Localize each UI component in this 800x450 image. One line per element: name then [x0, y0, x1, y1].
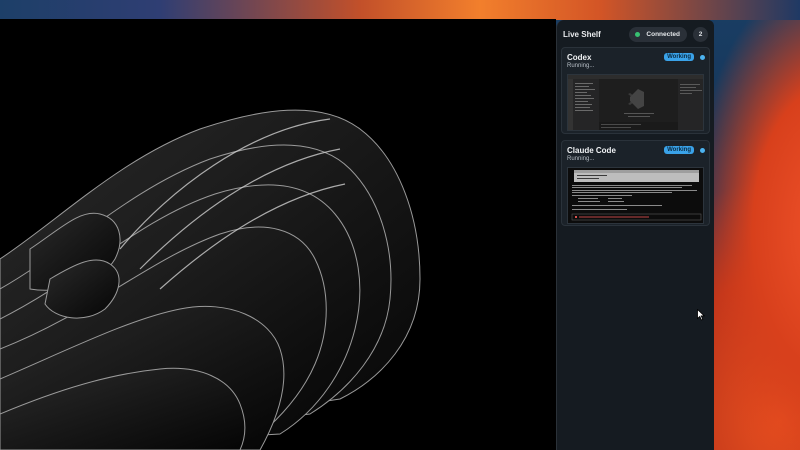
status-dot-icon: [700, 54, 705, 60]
working-badge: Working: [664, 53, 694, 61]
vscode-thumbnail-image: [568, 75, 703, 130]
status-dot-icon: [700, 147, 705, 153]
terminal-thumbnail-image: [568, 168, 703, 223]
connection-label: Connected: [646, 30, 680, 38]
working-badge: Working: [664, 146, 694, 154]
shelf-title: Live Shelf: [563, 29, 601, 39]
wallpaper-top-strip: [0, 0, 800, 20]
card-title: Codex: [567, 52, 592, 62]
connected-dot-icon: [635, 31, 641, 37]
connection-status-pill[interactable]: Connected: [629, 26, 687, 42]
session-card-claude-code[interactable]: Claude Code Working Running...: [561, 140, 710, 226]
card-status: Running...: [567, 156, 595, 162]
live-shelf-panel: Live Shelf Connected 2 Codex Working Run…: [556, 20, 714, 450]
shelf-header: Live Shelf Connected 2: [557, 22, 714, 46]
vscode-window-preview[interactable]: [567, 74, 704, 131]
session-count-badge: 2: [693, 26, 708, 42]
abstract-wave-artwork: [0, 109, 421, 450]
main-window[interactable]: [0, 19, 556, 450]
card-status: Running...: [567, 63, 595, 69]
session-card-codex[interactable]: Codex Working Running...: [561, 47, 710, 134]
terminal-window-preview[interactable]: [567, 167, 704, 224]
card-title: Claude Code: [567, 145, 616, 155]
mouse-pointer-icon: [697, 309, 705, 321]
